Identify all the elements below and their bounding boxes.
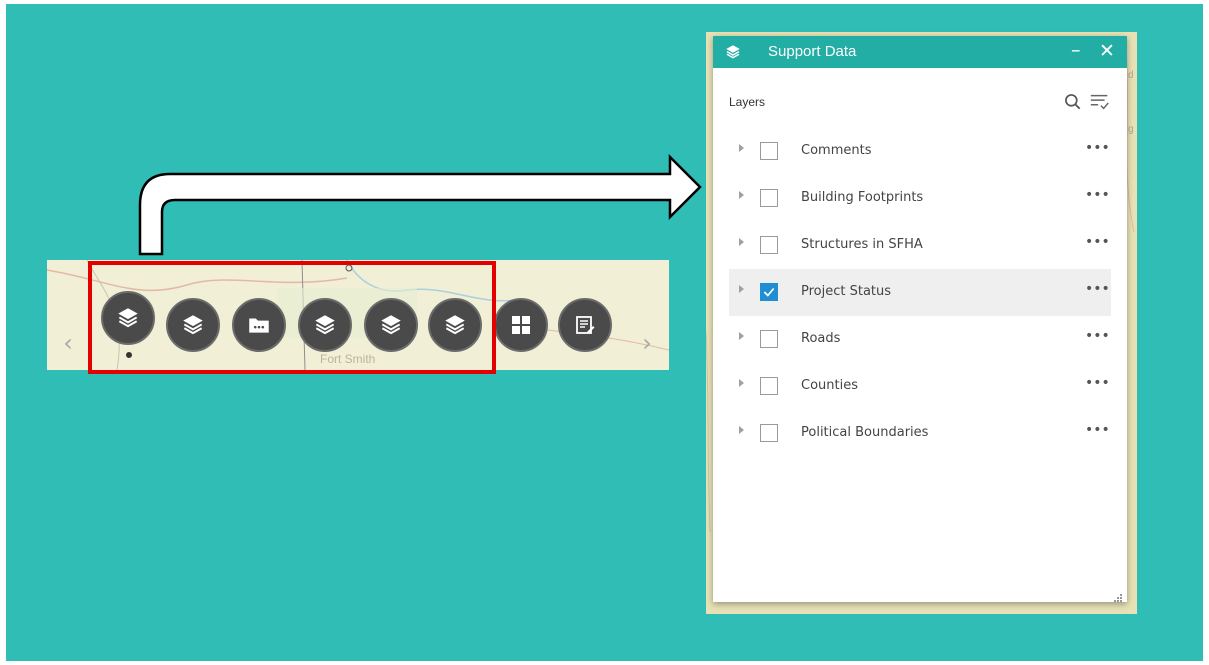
folder-more-icon xyxy=(249,318,269,333)
toolbar-button-folder[interactable] xyxy=(232,298,286,352)
map-edge-text: d xyxy=(1128,70,1134,81)
panel-header[interactable]: Support Data – ✕ xyxy=(713,36,1127,68)
more-options-icon[interactable]: ••• xyxy=(1085,234,1110,250)
expand-caret-icon[interactable] xyxy=(739,426,744,434)
toolbar-next-chevron-icon[interactable]: › xyxy=(637,328,657,358)
checkmark-icon xyxy=(763,287,775,297)
layers-icon xyxy=(315,315,335,335)
toolbar-button-grid[interactable] xyxy=(494,298,548,352)
expand-caret-icon[interactable] xyxy=(739,191,744,199)
more-options-icon[interactable]: ••• xyxy=(1085,328,1110,344)
toolbar-button-layers-5[interactable] xyxy=(428,298,482,352)
filter-list-icon[interactable] xyxy=(1089,91,1111,117)
toolbar-prev-chevron-icon[interactable]: ‹ xyxy=(58,328,78,358)
search-icon[interactable] xyxy=(1063,92,1083,116)
more-options-icon[interactable]: ••• xyxy=(1085,281,1110,297)
callout-arrow xyxy=(138,153,702,256)
layer-name: Comments xyxy=(801,143,872,158)
panel-title: Support Data xyxy=(768,43,857,60)
layer-row-project-status[interactable]: Project Status ••• xyxy=(729,269,1111,316)
layer-row-political-boundaries[interactable]: Political Boundaries ••• xyxy=(729,410,1111,457)
more-options-icon[interactable]: ••• xyxy=(1085,140,1110,156)
layer-row-roads[interactable]: Roads ••• xyxy=(729,316,1111,363)
layer-name: Roads xyxy=(801,331,841,346)
minimize-button[interactable]: – xyxy=(1071,38,1081,62)
grid-icon xyxy=(512,316,530,334)
layer-list: Comments ••• Building Footprints ••• Str… xyxy=(729,128,1111,457)
expand-caret-icon[interactable] xyxy=(739,332,744,340)
layer-name: Structures in SFHA xyxy=(801,237,923,252)
expand-caret-icon[interactable] xyxy=(739,379,744,387)
layer-name: Political Boundaries xyxy=(801,425,929,440)
layers-icon xyxy=(183,315,203,335)
toolbar-button-edit-list[interactable] xyxy=(558,298,612,352)
expand-caret-icon[interactable] xyxy=(739,285,744,293)
layers-icon xyxy=(724,43,742,65)
more-options-icon[interactable]: ••• xyxy=(1085,422,1110,438)
expand-caret-icon[interactable] xyxy=(739,144,744,152)
layers-icon xyxy=(118,308,138,328)
layer-checkbox-checked[interactable] xyxy=(760,283,778,301)
toolbar-button-layers-1[interactable] xyxy=(101,291,155,345)
layer-checkbox[interactable] xyxy=(760,377,778,395)
active-indicator-dot xyxy=(126,352,132,358)
more-options-icon[interactable]: ••• xyxy=(1085,375,1110,391)
layer-row-building-footprints[interactable]: Building Footprints ••• xyxy=(729,175,1111,222)
close-button[interactable]: ✕ xyxy=(1099,39,1115,63)
map-city-label: Fort Smith xyxy=(320,352,376,366)
edit-list-icon xyxy=(576,316,595,334)
map-edge-text: g xyxy=(1128,124,1134,135)
expand-caret-icon[interactable] xyxy=(739,238,744,246)
layer-name: Counties xyxy=(801,378,858,393)
layer-name: Building Footprints xyxy=(801,190,924,205)
support-data-panel: Support Data – ✕ Layers Comments ••• Bui… xyxy=(713,36,1127,602)
layer-row-structures-in-sfha[interactable]: Structures in SFHA ••• xyxy=(729,222,1111,269)
layer-name: Project Status xyxy=(801,284,892,299)
layer-row-counties[interactable]: Counties ••• xyxy=(729,363,1111,410)
more-options-icon[interactable]: ••• xyxy=(1085,187,1110,203)
toolbar-button-layers-2[interactable] xyxy=(166,298,220,352)
layers-section-label: Layers xyxy=(729,95,766,109)
toolbar-button-layers-3[interactable] xyxy=(298,298,352,352)
layer-checkbox[interactable] xyxy=(760,330,778,348)
layers-icon xyxy=(445,315,465,335)
layers-icon xyxy=(381,315,401,335)
layer-row-comments[interactable]: Comments ••• xyxy=(729,128,1111,175)
toolbar-button-layers-4[interactable] xyxy=(364,298,418,352)
layer-checkbox[interactable] xyxy=(760,142,778,160)
resize-grip-icon[interactable] xyxy=(1113,588,1123,607)
layer-checkbox[interactable] xyxy=(760,189,778,207)
layer-checkbox[interactable] xyxy=(760,424,778,442)
layer-checkbox[interactable] xyxy=(760,236,778,254)
